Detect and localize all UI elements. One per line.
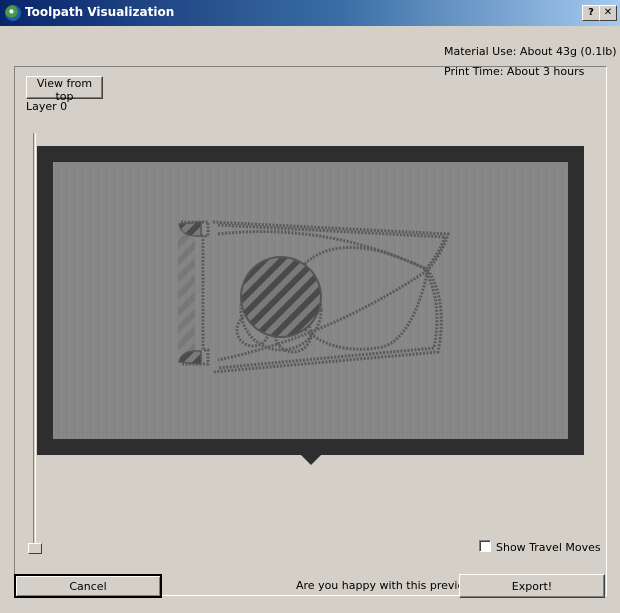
layer-slider-thumb[interactable] xyxy=(28,543,42,554)
view-from-top-button[interactable]: View from top xyxy=(26,76,103,103)
confirm-question: Are you happy with this preview? xyxy=(296,579,480,592)
preview-pointer xyxy=(301,455,321,465)
toolpath-drawing xyxy=(53,162,568,439)
window-title: Toolpath Visualization xyxy=(25,5,175,19)
help-button[interactable]: ? xyxy=(582,5,600,21)
cancel-button[interactable]: Cancel xyxy=(14,574,162,598)
material-use-text: Material Use: About 43g (0.1lb) xyxy=(444,45,617,58)
layer-label: Layer 0 xyxy=(26,100,68,113)
show-travel-moves-checkbox[interactable] xyxy=(479,540,491,552)
layer-slider-track[interactable] xyxy=(33,133,36,553)
title-bar: Toolpath Visualization ? ✕ xyxy=(0,0,620,26)
show-travel-moves-label[interactable]: Show Travel Moves xyxy=(496,541,601,554)
close-button[interactable]: ✕ xyxy=(599,5,617,21)
toolpath-canvas[interactable] xyxy=(53,162,568,439)
hatched-circle xyxy=(240,256,322,338)
app-icon xyxy=(5,5,21,21)
print-time-text: Print Time: About 3 hours xyxy=(444,65,585,78)
export-button[interactable]: Export! xyxy=(459,574,605,598)
toolpath-preview-panel xyxy=(37,146,584,455)
